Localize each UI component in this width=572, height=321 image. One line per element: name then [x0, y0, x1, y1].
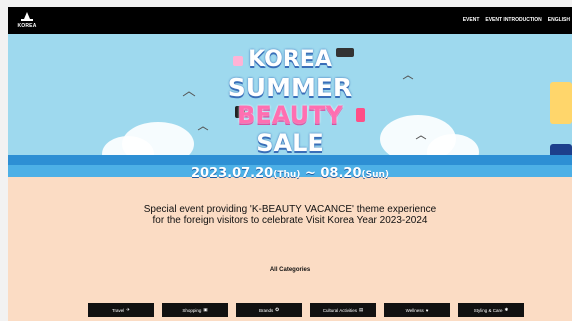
category-label: Brands: [258, 307, 274, 313]
start-day: (Thu): [273, 170, 301, 180]
event-description: Special event providing 'K-BEAUTY VACANC…: [8, 204, 572, 226]
category-label: Travel: [111, 307, 125, 313]
category-label: Cultural Activities: [322, 307, 357, 313]
logo-mark-icon: [21, 12, 33, 21]
hero-title-korea: KOREA: [248, 47, 332, 72]
sand-background: [8, 177, 572, 321]
page: KOREA EVENT EVENT INTRODUCTION ENGLISH K…: [8, 7, 572, 321]
category-label: Styling & Care: [473, 307, 503, 313]
top-navigation-bar: KOREA EVENT EVENT INTRODUCTION ENGLISH: [8, 7, 572, 34]
plane-icon: ✈: [126, 307, 131, 312]
end-date: 08.20: [320, 166, 362, 181]
category-shopping-button[interactable]: Shopping ▣: [162, 303, 228, 317]
category-label: Shopping: [182, 307, 202, 313]
shopping-bag-icon: ▣: [203, 307, 208, 312]
nav-event-introduction[interactable]: EVENT INTRODUCTION: [485, 17, 541, 23]
calendar-icon: ▤: [359, 307, 364, 312]
category-brands-button[interactable]: Brands ✪: [236, 303, 302, 317]
site-logo[interactable]: KOREA: [11, 9, 43, 33]
sparkle-icon: ✱: [504, 307, 509, 312]
category-styling-care-button[interactable]: Styling & Care ✱: [458, 303, 524, 317]
category-cultural-activities-button[interactable]: Cultural Activities ▤: [310, 303, 376, 317]
end-day: (Sun): [361, 170, 390, 180]
category-travel-button[interactable]: Travel ✈: [88, 303, 154, 317]
categories-title: All Categories: [269, 267, 311, 273]
main-nav: EVENT EVENT INTRODUCTION ENGLISH: [463, 17, 570, 23]
star-icon: ✪: [275, 307, 280, 312]
description-line-1: Special event providing 'K-BEAUTY VACANC…: [143, 204, 437, 215]
hero-title-summer: SUMMER: [227, 73, 353, 102]
logo-text: KOREA: [17, 23, 37, 29]
heart-icon: ♥: [425, 307, 429, 313]
hero-title-sale: SALE: [256, 129, 324, 157]
nav-language-english[interactable]: ENGLISH: [548, 17, 570, 23]
description-line-2: for the foreign visitors to celebrate Vi…: [152, 215, 428, 226]
category-wellness-button[interactable]: Wellness ♥: [384, 303, 450, 317]
nav-event[interactable]: EVENT: [463, 17, 480, 23]
hero-title-beauty: BEAUTY: [237, 101, 343, 129]
category-label: Wellness: [405, 307, 424, 313]
date-separator: ~: [304, 166, 316, 181]
event-date-range: 2023.07.20(Thu) ~ 08.20(Sun): [8, 166, 572, 181]
category-buttons: Travel ✈ Shopping ▣ Brands ✪ Cultural Ac…: [88, 303, 524, 317]
start-date: 2023.07.20: [190, 166, 274, 181]
